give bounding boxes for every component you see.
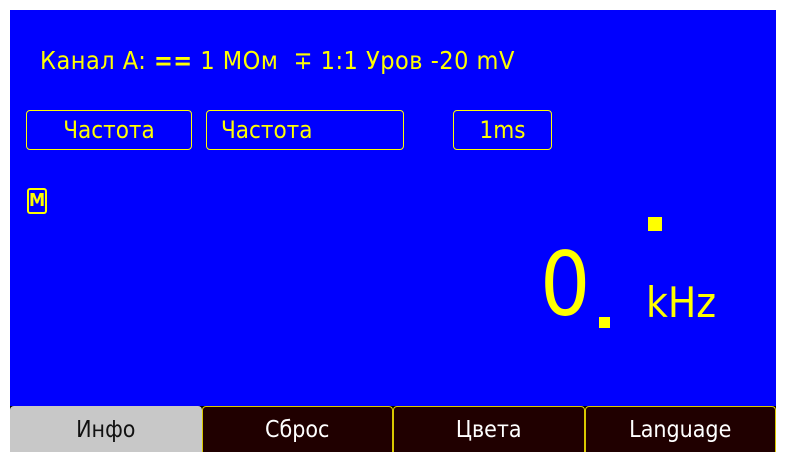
impedance-value: 1 МОм	[200, 46, 279, 75]
gate-time-label: 1ms	[479, 116, 526, 144]
softkey-colors-label: Цвета	[455, 416, 522, 443]
gate-indicator-icon	[648, 217, 662, 231]
mode-badge: M	[27, 188, 47, 214]
measurement-mode-label: Частота	[63, 116, 155, 144]
softkey-bar: Инфо Сброс Цвета Language	[10, 406, 776, 452]
decimal-point	[599, 317, 610, 328]
channel-label: Канал A:	[40, 46, 147, 75]
softkey-reset-label: Сброс	[265, 416, 330, 443]
mode-badge-label: M	[28, 190, 46, 211]
measurement-unit: kHz	[646, 278, 717, 327]
gate-time-button[interactable]: 1ms	[453, 110, 552, 150]
probe-ratio: 1:1	[320, 46, 359, 75]
softkey-language[interactable]: Language	[584, 406, 776, 452]
level-label: Уров	[366, 46, 424, 75]
softkey-info[interactable]: Инфо	[10, 406, 202, 452]
level-value: -20 mV	[430, 46, 515, 75]
measurement-type-button[interactable]: Частота	[206, 110, 404, 150]
measurement-value: 0	[540, 233, 591, 336]
probe-icon: ∓	[293, 46, 313, 75]
measurement-mode-button[interactable]: Частота	[26, 110, 192, 150]
coupling-dc-icon: ==	[153, 46, 193, 75]
softkey-info-label: Инфо	[76, 416, 136, 443]
softkey-colors[interactable]: Цвета	[393, 406, 585, 452]
channel-status-line: Канал A: == 1 МОм ∓ 1:1 Уров -20 mV	[40, 48, 515, 73]
measurement-type-label: Частота	[221, 116, 313, 144]
softkey-reset[interactable]: Сброс	[201, 406, 393, 452]
softkey-language-label: Language	[629, 416, 732, 443]
display-screen: Канал A: == 1 МОм ∓ 1:1 Уров -20 mV Част…	[10, 10, 776, 406]
